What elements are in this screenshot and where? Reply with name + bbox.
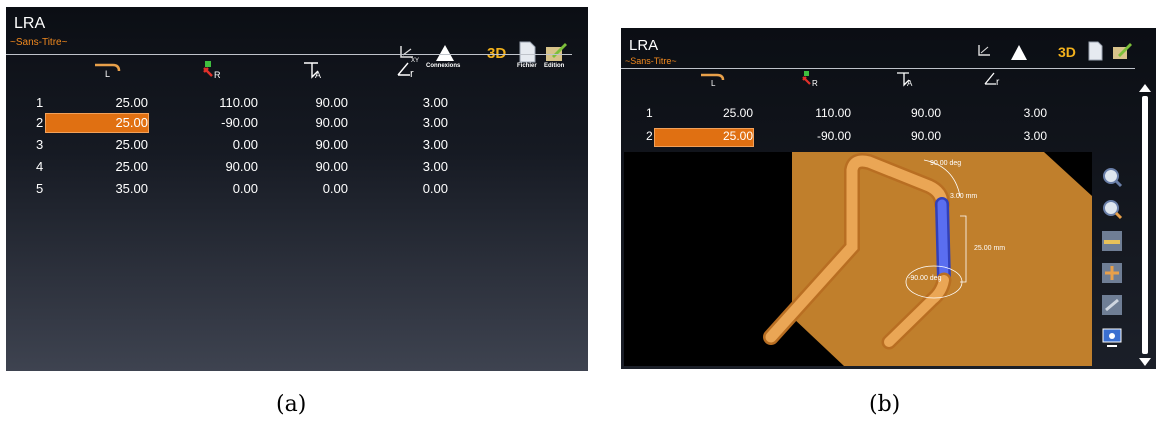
scroll-down-icon: [1139, 358, 1151, 366]
rotation-cell[interactable]: -90.00: [176, 115, 258, 130]
file-icon[interactable]: [1087, 41, 1103, 61]
file-label: Fichier: [517, 63, 537, 69]
svg-text:R: R: [214, 70, 221, 80]
view-iso-icon[interactable]: [1101, 294, 1123, 316]
header-separator: [6, 54, 572, 55]
radius-cell[interactable]: 3.00: [965, 106, 1047, 120]
bend-connection-icon[interactable]: [432, 43, 458, 63]
caption-b: (b): [869, 392, 901, 417]
length-cell[interactable]: 25.00: [66, 159, 148, 174]
caption-a: (a): [276, 392, 307, 417]
svg-text:A: A: [315, 70, 321, 80]
rotation-cell[interactable]: 0.00: [176, 137, 258, 152]
svg-text:3D: 3D: [487, 45, 506, 61]
rotation-cell[interactable]: 0.00: [176, 181, 258, 196]
rotation-label: -90.00 deg: [908, 275, 942, 282]
svg-text:r: r: [410, 68, 414, 80]
svg-text:L: L: [105, 69, 110, 79]
edit-label: Edition: [544, 63, 565, 69]
row-number: 2: [36, 115, 44, 130]
app-title: LRA: [14, 15, 46, 32]
length-cell[interactable]: 25.00: [66, 115, 148, 130]
length-cell[interactable]: 25.00: [671, 129, 753, 143]
radius-icon[interactable]: r: [983, 70, 1007, 88]
radius-label: 3.00 mm: [950, 193, 977, 200]
panel-b-3d-view: LRA ~Sans-Titre~ 3D L R A r 1 25.00 110.…: [621, 28, 1156, 369]
file-icon[interactable]: [518, 41, 536, 63]
radius-cell[interactable]: 3.00: [366, 137, 448, 152]
3d-view-icon[interactable]: 3D: [1057, 43, 1077, 60]
scroll-up-icon: [1139, 84, 1151, 92]
view-side-icon[interactable]: [1101, 262, 1123, 284]
view-top-icon[interactable]: [1101, 230, 1123, 252]
radius-cell[interactable]: 3.00: [366, 95, 448, 110]
row-number: 5: [36, 181, 44, 196]
svg-text:r: r: [996, 77, 1000, 88]
rotation-cell[interactable]: 110.00: [176, 95, 258, 110]
length-cell[interactable]: 35.00: [66, 181, 148, 196]
xyz-axes-icon[interactable]: [977, 44, 995, 60]
zoom-fit-icon[interactable]: [1101, 166, 1123, 188]
radius-cell[interactable]: 3.00: [366, 159, 448, 174]
radius-icon[interactable]: r: [396, 59, 422, 81]
length-cell[interactable]: 25.00: [66, 95, 148, 110]
edit-pencil-icon[interactable]: [544, 41, 568, 63]
length-icon[interactable]: L: [699, 70, 727, 88]
document-name: ~Sans-Titre~: [10, 37, 68, 48]
row-number: 4: [36, 159, 44, 174]
length-cell[interactable]: 25.00: [66, 137, 148, 152]
vertical-scrollbar[interactable]: [1137, 82, 1153, 368]
angle-cell[interactable]: 90.00: [266, 95, 348, 110]
bend-connection-icon[interactable]: [1007, 43, 1031, 61]
svg-text:3D: 3D: [1058, 44, 1076, 60]
3d-view-icon[interactable]: 3D: [486, 43, 508, 61]
radius-cell[interactable]: 0.00: [366, 181, 448, 196]
bend-angle-label: 90.00 deg: [930, 160, 961, 167]
row-number: 3: [36, 137, 44, 152]
radius-cell[interactable]: 3.00: [366, 115, 448, 130]
angle-cell[interactable]: 90.00: [859, 129, 941, 143]
length-icon[interactable]: L: [93, 59, 123, 79]
panel-a-table-view: LRA ~Sans-Titre~ XYZ Connexions 3D Fichi…: [6, 7, 588, 371]
document-name: ~Sans-Titre~: [625, 56, 677, 66]
angle-icon[interactable]: A: [895, 70, 919, 88]
svg-text:R: R: [812, 79, 818, 88]
row-number: 1: [646, 106, 653, 120]
3d-viewport[interactable]: 90.00 deg 3.00 mm 25.00 mm -90.00 deg: [624, 152, 1092, 366]
rotation-cell[interactable]: -90.00: [769, 129, 851, 143]
radius-cell[interactable]: 3.00: [965, 129, 1047, 143]
edit-pencil-icon[interactable]: [1111, 41, 1133, 61]
svg-text:A: A: [907, 79, 913, 88]
length-label: 25.00 mm: [974, 245, 1005, 252]
rotation-cell[interactable]: 90.00: [176, 159, 258, 174]
angle-cell[interactable]: 0.00: [266, 181, 348, 196]
row-number: 2: [646, 129, 653, 143]
connections-label: Connexions: [426, 63, 461, 69]
angle-cell[interactable]: 90.00: [266, 137, 348, 152]
rotation-icon[interactable]: R: [202, 59, 228, 81]
app-title: LRA: [629, 37, 659, 54]
svg-text:L: L: [711, 79, 716, 88]
row-number: 1: [36, 95, 44, 110]
tube-model: 90.00 deg 3.00 mm 25.00 mm -90.00 deg: [763, 152, 1092, 366]
header-separator: [621, 68, 1135, 69]
rotation-cell[interactable]: 110.00: [769, 106, 851, 120]
camera-icon[interactable]: [1101, 326, 1123, 348]
angle-cell[interactable]: 90.00: [266, 159, 348, 174]
zoom-icon[interactable]: [1101, 198, 1123, 220]
length-cell[interactable]: 25.00: [671, 106, 753, 120]
angle-cell[interactable]: 90.00: [859, 106, 941, 120]
angle-icon[interactable]: A: [302, 59, 328, 81]
rotation-icon[interactable]: R: [801, 70, 825, 88]
angle-cell[interactable]: 90.00: [266, 115, 348, 130]
